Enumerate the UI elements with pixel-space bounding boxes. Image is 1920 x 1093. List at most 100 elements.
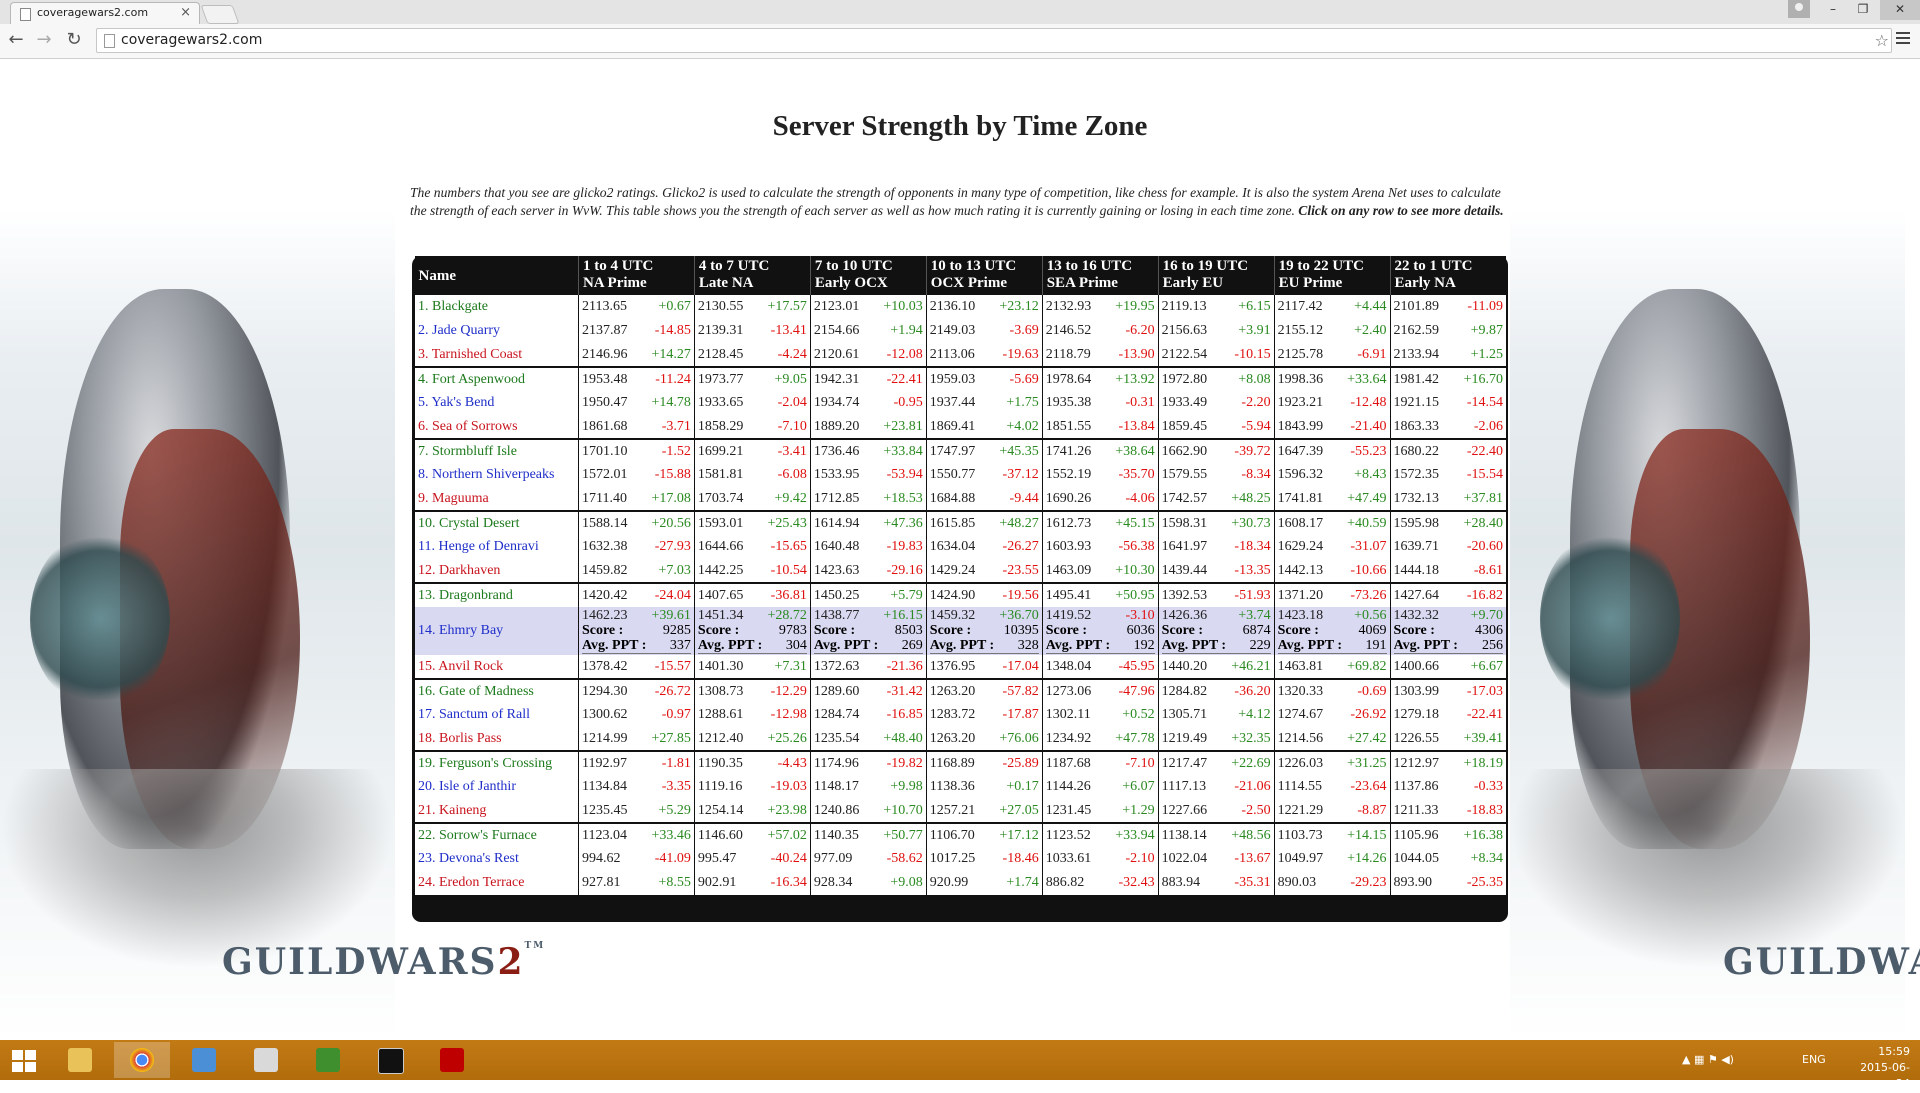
rating-change: -14.85	[654, 323, 691, 338]
table-row[interactable]: 24. Eredon Terrace 927.81 +8.55 902.91 -16.3…	[414, 871, 1506, 895]
table-row[interactable]: 8. Northern Shiverpeaks 1572.01 -15.88 1581…	[414, 463, 1506, 487]
new-tab-button[interactable]	[200, 5, 240, 24]
command-prompt-icon[interactable]	[362, 1042, 418, 1078]
rating-value: 927.81	[581, 875, 621, 890]
rating-cell: 1022.04 -13.67	[1157, 847, 1275, 871]
table-row[interactable]: 20. Isle of Janthir 1134.84 -3.35 1119.16 -1…	[414, 775, 1506, 799]
rating-cell: 1552.19 -35.70	[1041, 463, 1159, 487]
menu-icon[interactable]	[1896, 32, 1910, 48]
forward-arrow-icon[interactable]: →	[32, 29, 56, 53]
rating-value: 1711.40	[581, 490, 627, 506]
rating-cell: 1300.62 -0.97	[577, 703, 695, 727]
rating-cell: 1302.11 +0.52	[1041, 703, 1159, 727]
browser-tab[interactable]: coveragewars2.com ×	[10, 2, 200, 24]
rating-change: -29.23	[1350, 875, 1387, 890]
rating-change: +4.02	[1006, 418, 1039, 434]
file-explorer-icon[interactable]	[52, 1042, 108, 1078]
table-row[interactable]: 7. Stormbluff Isle 1701.10 -1.52 1699.21 -3.…	[414, 438, 1506, 463]
tab-close-icon[interactable]: ×	[180, 3, 191, 23]
table-row[interactable]: 18. Borlis Pass 1214.99 +27.85 1212.40 +25.2…	[414, 727, 1506, 751]
language-indicator[interactable]: ENG	[1802, 1053, 1826, 1093]
rating-value: 1973.77	[697, 371, 744, 387]
calculator-icon[interactable]	[238, 1042, 294, 1078]
table-row[interactable]: 23. Devona's Rest 994.62 -41.09 995.47 -40.2…	[414, 847, 1506, 871]
bookmark-star-icon[interactable]: ☆	[1875, 29, 1889, 52]
table-row[interactable]: 17. Sanctum of Rall 1300.62 -0.97 1288.61 -1…	[414, 703, 1506, 727]
restore-button[interactable]: ❐	[1848, 0, 1878, 20]
clock[interactable]: 15:59 2015-06-24	[1850, 1044, 1910, 1092]
table-row[interactable]: 5. Yak's Bend 1950.47 +14.78 1933.65 -2.04 19…	[414, 391, 1506, 415]
back-arrow-icon[interactable]: ←	[4, 29, 28, 53]
rating-value: 1972.80	[1161, 371, 1208, 387]
rating-change: -25.89	[1002, 755, 1039, 771]
paint-icon[interactable]	[176, 1042, 232, 1078]
rating-cell: 1114.55 -23.64	[1273, 775, 1391, 799]
rating-cell: 1859.45 -5.94	[1157, 415, 1275, 439]
rating-cell: 1138.14 +48.56	[1157, 822, 1275, 847]
table-row[interactable]: 4. Fort Aspenwood 1953.48 -11.24 1973.77 +9.…	[414, 366, 1506, 391]
rating-change: -27.93	[654, 539, 691, 554]
rating-change: -17.04	[1002, 658, 1039, 674]
close-window-button[interactable]: ✕	[1880, 0, 1920, 20]
windows-start-icon[interactable]	[12, 1050, 36, 1072]
rating-change: -22.41	[1466, 707, 1503, 722]
rating-change: -23.64	[1350, 779, 1387, 794]
rating-cell: 2117.42 +4.44	[1273, 295, 1391, 319]
avg-ppt-label: Avg. PPT :	[813, 638, 879, 653]
rating-cell: 1579.55 -8.34	[1157, 463, 1275, 487]
rating-value: 1227.66	[1161, 802, 1208, 818]
table-row[interactable]: 3. Tarnished Coast 2146.96 +14.27 2128.45 -4…	[414, 343, 1506, 367]
rating-value: 2120.61	[813, 346, 860, 362]
table-row[interactable]: 1. Blackgate 2113.65 +0.67 2130.55 +17.57 212…	[414, 295, 1506, 319]
rating-cell: 1419.52 -3.10 Score : 6036 Avg. PPT : 192	[1041, 607, 1159, 655]
rating-change: -36.81	[770, 587, 807, 603]
rating-cell: 1294.30 -26.72	[577, 678, 695, 703]
table-row[interactable]: 10. Crystal Desert 1588.14 +20.56 1593.01 +2…	[414, 510, 1506, 535]
rating-change: -1.81	[661, 755, 691, 771]
rating-value: 1736.46	[813, 443, 860, 459]
server-name: 3. Tarnished Coast	[414, 343, 579, 367]
rating-cell: 1263.20 -57.82	[925, 678, 1043, 703]
rating-change: +2.40	[1354, 323, 1387, 338]
rating-value: 1134.84	[581, 779, 627, 794]
filezilla-icon[interactable]	[424, 1042, 480, 1078]
rating-value: 1921.15	[1393, 395, 1440, 410]
rating-change: -10.54	[770, 562, 807, 578]
avg-ppt-label: Avg. PPT :	[1393, 638, 1458, 653]
rating-value: 883.94	[1161, 875, 1201, 890]
rating-change: -55.23	[1350, 443, 1387, 459]
table-row[interactable]: 2. Jade Quarry 2137.87 -14.85 2139.31 -13.41…	[414, 319, 1506, 343]
chart-app-icon[interactable]	[300, 1042, 356, 1078]
rating-value: 1863.33	[1393, 418, 1440, 434]
chrome-icon[interactable]	[114, 1042, 170, 1078]
rating-value: 1615.85	[929, 515, 976, 531]
rating-change: +4.12	[1238, 707, 1271, 722]
reload-icon[interactable]: ↻	[62, 29, 86, 53]
address-bar[interactable]: coveragewars2.com ☆	[96, 28, 1892, 53]
rating-value: 1981.42	[1393, 371, 1440, 387]
minimize-button[interactable]: –	[1818, 0, 1848, 20]
rating-cell: 927.81 +8.55	[577, 871, 695, 895]
rating-value: 1263.20	[929, 730, 976, 746]
table-row[interactable]: 19. Ferguson's Crossing 1192.97 -1.81 1190.…	[414, 750, 1506, 775]
table-row[interactable]: 22. Sorrow's Furnace 1123.04 +33.46 1146.60…	[414, 822, 1506, 847]
table-row[interactable]: 13. Dragonbrand 1420.42 -24.04 1407.65 -36.8…	[414, 582, 1506, 607]
user-profile-icon[interactable]	[1788, 0, 1810, 18]
rating-cell: 1117.13 -21.06	[1157, 775, 1275, 799]
table-row[interactable]: 15. Anvil Rock 1378.42 -15.57 1401.30 +7.31 1…	[414, 655, 1506, 679]
table-row[interactable]: 21. Kaineng 1235.45 +5.29 1254.14 +23.98 1240…	[414, 799, 1506, 823]
avg-ppt-value: 256	[1482, 638, 1503, 653]
table-row[interactable]: 6. Sea of Sorrows 1861.68 -3.71 1858.29 -7.1…	[414, 415, 1506, 439]
rating-change: +27.05	[999, 802, 1039, 818]
table-row[interactable]: 14. Ehmry Bay 1462.23 +39.61 Score : 9285 Avg…	[414, 607, 1506, 655]
rating-cell: 1732.13 +37.81	[1389, 487, 1506, 511]
rating-change: +48.40	[883, 730, 923, 746]
table-row[interactable]: 9. Maguuma 1711.40 +17.08 1703.74 +9.42 1712.…	[414, 487, 1506, 511]
rating-change: -21.36	[886, 658, 923, 674]
table-row[interactable]: 11. Henge of Denravi 1632.38 -27.93 1644.66…	[414, 535, 1506, 559]
system-tray-icons[interactable]: ▲ ▦ ⚑ ◀)	[1682, 1053, 1734, 1093]
table-row[interactable]: 12. Darkhaven 1459.82 +7.03 1442.25 -10.54 14…	[414, 559, 1506, 583]
table-row[interactable]: 16. Gate of Madness 1294.30 -26.72 1308.73 -…	[414, 678, 1506, 703]
rating-change: -26.92	[1350, 707, 1387, 722]
avg-ppt-value: 192	[1133, 638, 1155, 653]
